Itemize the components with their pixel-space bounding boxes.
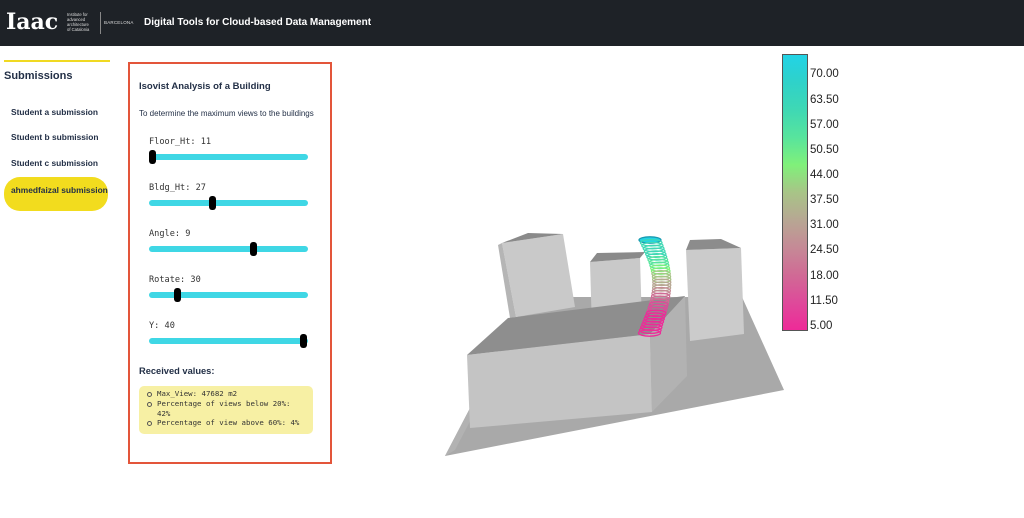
- sidebar-heading: Submissions: [4, 70, 73, 82]
- angle-slider[interactable]: [149, 242, 308, 256]
- views-above-60-value: Percentage of view above 60%: 4%: [147, 418, 307, 428]
- legend-color-bar: [782, 54, 808, 331]
- legend-label: 57.00: [810, 119, 839, 131]
- legend-label: 50.50: [810, 144, 839, 156]
- logo-city: BARCELONA: [104, 20, 134, 25]
- max-view-value: Max_View: 47682 m2: [147, 389, 307, 399]
- y-slider-thumb[interactable]: [299, 334, 307, 348]
- page-title: Digital Tools for Cloud-based Data Manag…: [144, 17, 372, 28]
- bldg-ht-slider-thumb[interactable]: [209, 196, 217, 210]
- bldg-ht-label: Bldg_Ht: 27: [149, 183, 206, 193]
- y-label: Y: 40: [149, 321, 175, 331]
- building-right-tall: [686, 239, 744, 341]
- color-legend: 70.00 63.50 57.00 50.50 44.00 37.50 31.0…: [782, 54, 842, 334]
- panel-description: To determine the maximum views to the bu…: [139, 109, 314, 118]
- rotate-slider[interactable]: [149, 288, 308, 302]
- legend-label: 24.50: [810, 244, 839, 256]
- angle-label: Angle: 9: [149, 229, 191, 239]
- sidebar-item-student-c[interactable]: Student c submission: [4, 158, 108, 168]
- top-bar: Iaac Institute for advanced architecture…: [0, 0, 1024, 46]
- sidebar-item-ahmedfaizal[interactable]: ahmedfaizal submission: [4, 177, 108, 211]
- logo-divider: [100, 12, 101, 34]
- received-values-heading: Received values:: [139, 366, 215, 376]
- legend-label: 18.00: [810, 270, 839, 282]
- sidebar-item-student-b[interactable]: Student b submission: [4, 132, 108, 142]
- rotate-label: Rotate: 30: [149, 275, 201, 285]
- floor-ht-slider[interactable]: [148, 150, 308, 164]
- legend-label: 70.00: [810, 68, 839, 80]
- floor-ht-slider-thumb[interactable]: [148, 150, 156, 164]
- panel-title: Isovist Analysis of a Building: [139, 81, 271, 92]
- legend-label: 11.50: [810, 295, 838, 307]
- floor-ht-label: Floor_Ht: 11: [149, 137, 212, 147]
- legend-label: 63.50: [810, 94, 839, 106]
- sidebar-item-student-a[interactable]: Student a submission: [4, 107, 108, 117]
- angle-slider-thumb[interactable]: [250, 242, 258, 256]
- views-below-20-value: Percentage of views below 20%: 42%: [147, 399, 307, 419]
- legend-label: 44.00: [810, 169, 839, 181]
- y-slider[interactable]: [149, 334, 308, 348]
- building-back-left: [498, 233, 575, 318]
- legend-label: 37.50: [810, 194, 839, 206]
- iaac-logo[interactable]: Iaac: [6, 10, 58, 34]
- legend-label: 5.00: [810, 320, 833, 332]
- logo-institute-text: Institute for advanced architecture of C…: [67, 12, 90, 32]
- 3d-viewport[interactable]: [340, 48, 1020, 508]
- legend-label: 31.00: [810, 219, 839, 231]
- received-values-box: Max_View: 47682 m2 Percentage of views b…: [139, 386, 313, 434]
- analysis-panel: Isovist Analysis of a Building To determ…: [128, 62, 332, 464]
- sidebar-divider: [4, 60, 110, 62]
- bldg-ht-slider[interactable]: [149, 196, 308, 210]
- rotate-slider-thumb[interactable]: [174, 288, 182, 302]
